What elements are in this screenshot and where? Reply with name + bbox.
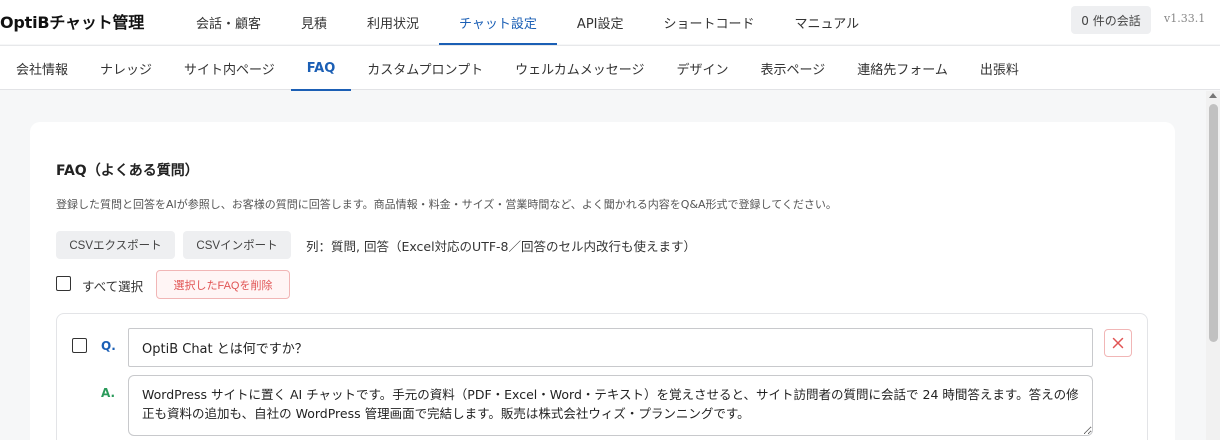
tab-faq[interactable]: FAQ [290, 46, 352, 91]
conversation-count-badge[interactable]: 0 件の会話 [1071, 6, 1151, 34]
tab-site-pages[interactable]: サイト内ページ [168, 46, 291, 90]
nav-api-settings[interactable]: API設定 [557, 0, 644, 44]
nav-chat-settings[interactable]: チャット設定 [439, 0, 557, 45]
section-description: 登録した質問と回答をAIが参照し、お客様の質問に回答します。商品情報・料金・サイ… [56, 198, 837, 211]
csv-import-button[interactable]: CSVインポート [183, 231, 291, 259]
tab-welcome-message[interactable]: ウェルカムメッセージ [499, 46, 660, 90]
tab-display-pages[interactable]: 表示ページ [745, 46, 842, 90]
section-title: FAQ（よくある質問） [56, 163, 199, 179]
settings-tab-bar: 会社情報 ナレッジ サイト内ページ FAQ カスタムプロンプト ウェルカムメッセ… [0, 45, 1220, 91]
main-nav: 会話・顧客 見積 利用状況 チャット設定 API設定 ショートコード マニュアル [176, 0, 880, 45]
tab-design[interactable]: デザイン [661, 46, 745, 90]
select-all-checkbox[interactable] [56, 276, 71, 291]
csv-format-note: 列：質問, 回答（Excel対応のUTF-8／回答のセル内改行も使えます） [306, 239, 696, 254]
nav-shortcode[interactable]: ショートコード [644, 0, 775, 44]
nav-conversations[interactable]: 会話・顧客 [176, 0, 281, 44]
tab-custom-prompt[interactable]: カスタムプロンプト [351, 46, 499, 90]
question-label: Q. [101, 339, 116, 353]
answer-label: A. [101, 386, 116, 400]
top-navigation-bar: OptiBチャット管理 会話・顧客 見積 利用状況 チャット設定 API設定 シ… [0, 0, 1220, 45]
version-label: v1.33.1 [1164, 12, 1206, 25]
question-input[interactable] [128, 328, 1093, 367]
tab-company-info[interactable]: 会社情報 [0, 46, 84, 90]
delete-faq-button[interactable] [1104, 329, 1132, 357]
nav-usage[interactable]: 利用状況 [347, 0, 439, 44]
answer-textarea[interactable]: WordPress サイトに置く AI チャットです。手元の資料（PDF・Exc… [128, 375, 1093, 436]
tab-travel-fee[interactable]: 出張料 [964, 46, 1035, 90]
faq-item-checkbox[interactable] [72, 338, 87, 353]
close-icon [1112, 337, 1124, 349]
nav-estimates[interactable]: 見積 [281, 0, 347, 44]
app-title: OptiBチャット管理 [0, 13, 145, 32]
tab-contact-form[interactable]: 連絡先フォーム [841, 46, 964, 90]
settings-tabs: 会社情報 ナレッジ サイト内ページ FAQ カスタムプロンプト ウェルカムメッセ… [0, 46, 1035, 91]
chevron-up-icon[interactable] [1209, 93, 1217, 98]
delete-selected-button[interactable]: 選択したFAQを削除 [156, 270, 290, 299]
csv-export-button[interactable]: CSVエクスポート [56, 231, 175, 259]
tab-knowledge[interactable]: ナレッジ [84, 46, 168, 90]
select-all-label[interactable]: すべて選択 [82, 276, 143, 295]
nav-manual[interactable]: マニュアル [775, 0, 880, 44]
scrollbar-thumb[interactable] [1209, 104, 1218, 342]
